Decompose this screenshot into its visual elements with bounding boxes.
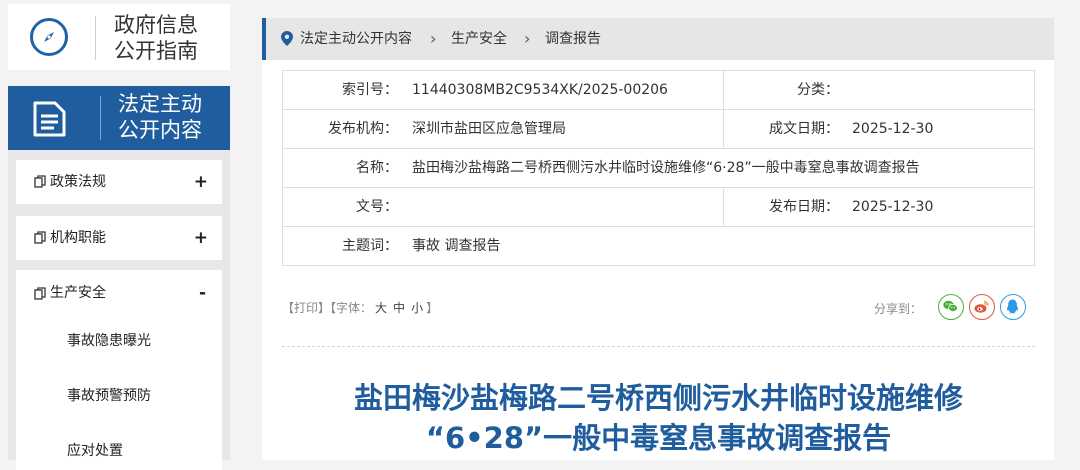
sidebar-item-policy[interactable]: 政策法规 + <box>16 160 222 204</box>
index-value: 11440308MB2C9534XK/2025-00206 <box>412 82 668 98</box>
document-info-table: 索引号： 11440308MB2C9534XK/2025-00206 分类： 发… <box>282 70 1035 266</box>
section-title: 法定主动 公开内容 <box>118 92 202 142</box>
chevron-right-icon: › <box>430 29 437 48</box>
breadcrumb-item[interactable]: 调查报告 <box>545 18 601 60</box>
name-value: 盐田梅沙盐梅路二号桥西侧污水井临时设施维修“6·28”一般中毒窒息事故调查报告 <box>412 160 920 176</box>
guide-divider <box>95 16 96 60</box>
article-title: 盐田梅沙盐梅路二号桥西侧污水井临时设施维修 “6•28”一般中毒窒息事故调查报告 <box>353 381 963 455</box>
font-size-open: 【字体： <box>330 301 373 315</box>
sidebar-subitem-response[interactable]: 应对处置 <box>67 440 123 460</box>
copy-icon <box>34 175 46 188</box>
cell-divider <box>723 71 724 109</box>
expand-icon[interactable]: + <box>194 216 208 260</box>
publish-date-value: 2025-12-30 <box>852 199 934 215</box>
sidebar-item-production-safety-head[interactable]: 生产安全 - <box>16 270 222 316</box>
breadcrumb: 法定主动公开内容 › 生产安全 › 调查报告 <box>262 18 1054 60</box>
breadcrumb-item[interactable]: 生产安全 <box>451 18 507 60</box>
sidebar-item-label: 生产安全 <box>50 285 106 301</box>
article-tools: 【打印】【字体：大中小】 <box>282 298 438 318</box>
category-label: 分类： <box>797 82 839 98</box>
info-row-publisher: 发布机构： 深圳市盐田区应急管理局 成文日期： 2025-12-30 <box>283 109 1034 148</box>
compass-icon <box>30 18 68 56</box>
section-divider <box>100 96 101 140</box>
info-row-docno: 文号： 发布日期： 2025-12-30 <box>283 187 1034 226</box>
sidebar-nav: 政策法规 + 机构职能 + 生产安全 - 事故隐患曝光 事故预警预防 应对处置 <box>8 150 230 470</box>
copy-icon <box>34 231 46 244</box>
publisher-label: 发布机构： <box>328 121 398 137</box>
weibo-icon[interactable] <box>969 294 995 320</box>
written-date-value: 2025-12-30 <box>852 121 934 137</box>
sidebar-subitem-early-warning[interactable]: 事故预警预防 <box>67 385 151 405</box>
publisher-value: 深圳市盐田区应急管理局 <box>412 121 566 137</box>
font-small-button[interactable]: 小 <box>411 301 423 315</box>
qq-icon[interactable] <box>1000 294 1026 320</box>
wechat-icon[interactable] <box>938 294 964 320</box>
sidebar-subitem-hazard-exposure[interactable]: 事故隐患曝光 <box>67 330 151 350</box>
collapse-icon[interactable]: - <box>199 270 206 316</box>
divider-line <box>282 346 1035 347</box>
sidebar-item-label: 政策法规 <box>50 174 106 190</box>
written-date-label: 成文日期： <box>769 121 839 137</box>
share-label: 分享到： <box>874 302 923 316</box>
expand-icon[interactable]: + <box>194 160 208 204</box>
font-large-button[interactable]: 大 <box>375 301 387 315</box>
keywords-value: 事故 调查报告 <box>412 238 501 254</box>
sidebar-item-organization[interactable]: 机构职能 + <box>16 216 222 260</box>
keywords-label: 主题词： <box>342 238 398 254</box>
document-icon <box>33 101 66 137</box>
cell-divider <box>723 110 724 148</box>
info-row-index: 索引号： 11440308MB2C9534XK/2025-00206 分类： <box>283 71 1034 109</box>
sidebar-item-label: 机构职能 <box>50 230 106 246</box>
content-panel: 索引号： 11440308MB2C9534XK/2025-00206 分类： 发… <box>262 60 1054 460</box>
doc-number-label: 文号： <box>356 199 398 215</box>
info-row-keywords: 主题词： 事故 调查报告 <box>283 226 1034 265</box>
section-header[interactable]: 法定主动 公开内容 <box>8 86 230 150</box>
font-size-close: 】 <box>426 301 439 315</box>
print-button[interactable]: 【打印】 <box>282 301 330 315</box>
breadcrumb-item[interactable]: 法定主动公开内容 <box>300 18 412 60</box>
guide-title: 政府信息 公开指南 <box>114 13 198 63</box>
cell-divider <box>723 188 724 226</box>
info-row-name: 名称： 盐田梅沙盐梅路二号桥西侧污水井临时设施维修“6·28”一般中毒窒息事故调… <box>283 148 1034 187</box>
chevron-right-icon: › <box>524 29 531 48</box>
index-label: 索引号： <box>342 82 398 98</box>
location-pin-icon <box>281 31 293 46</box>
publish-date-label: 发布日期： <box>769 199 839 215</box>
font-medium-button[interactable]: 中 <box>393 301 405 315</box>
name-label: 名称： <box>356 160 398 176</box>
copy-icon <box>34 287 46 300</box>
sidebar-item-production-safety: 生产安全 - 事故隐患曝光 事故预警预防 应对处置 <box>16 270 222 470</box>
gov-info-guide-link[interactable]: 政府信息 公开指南 <box>8 4 230 70</box>
